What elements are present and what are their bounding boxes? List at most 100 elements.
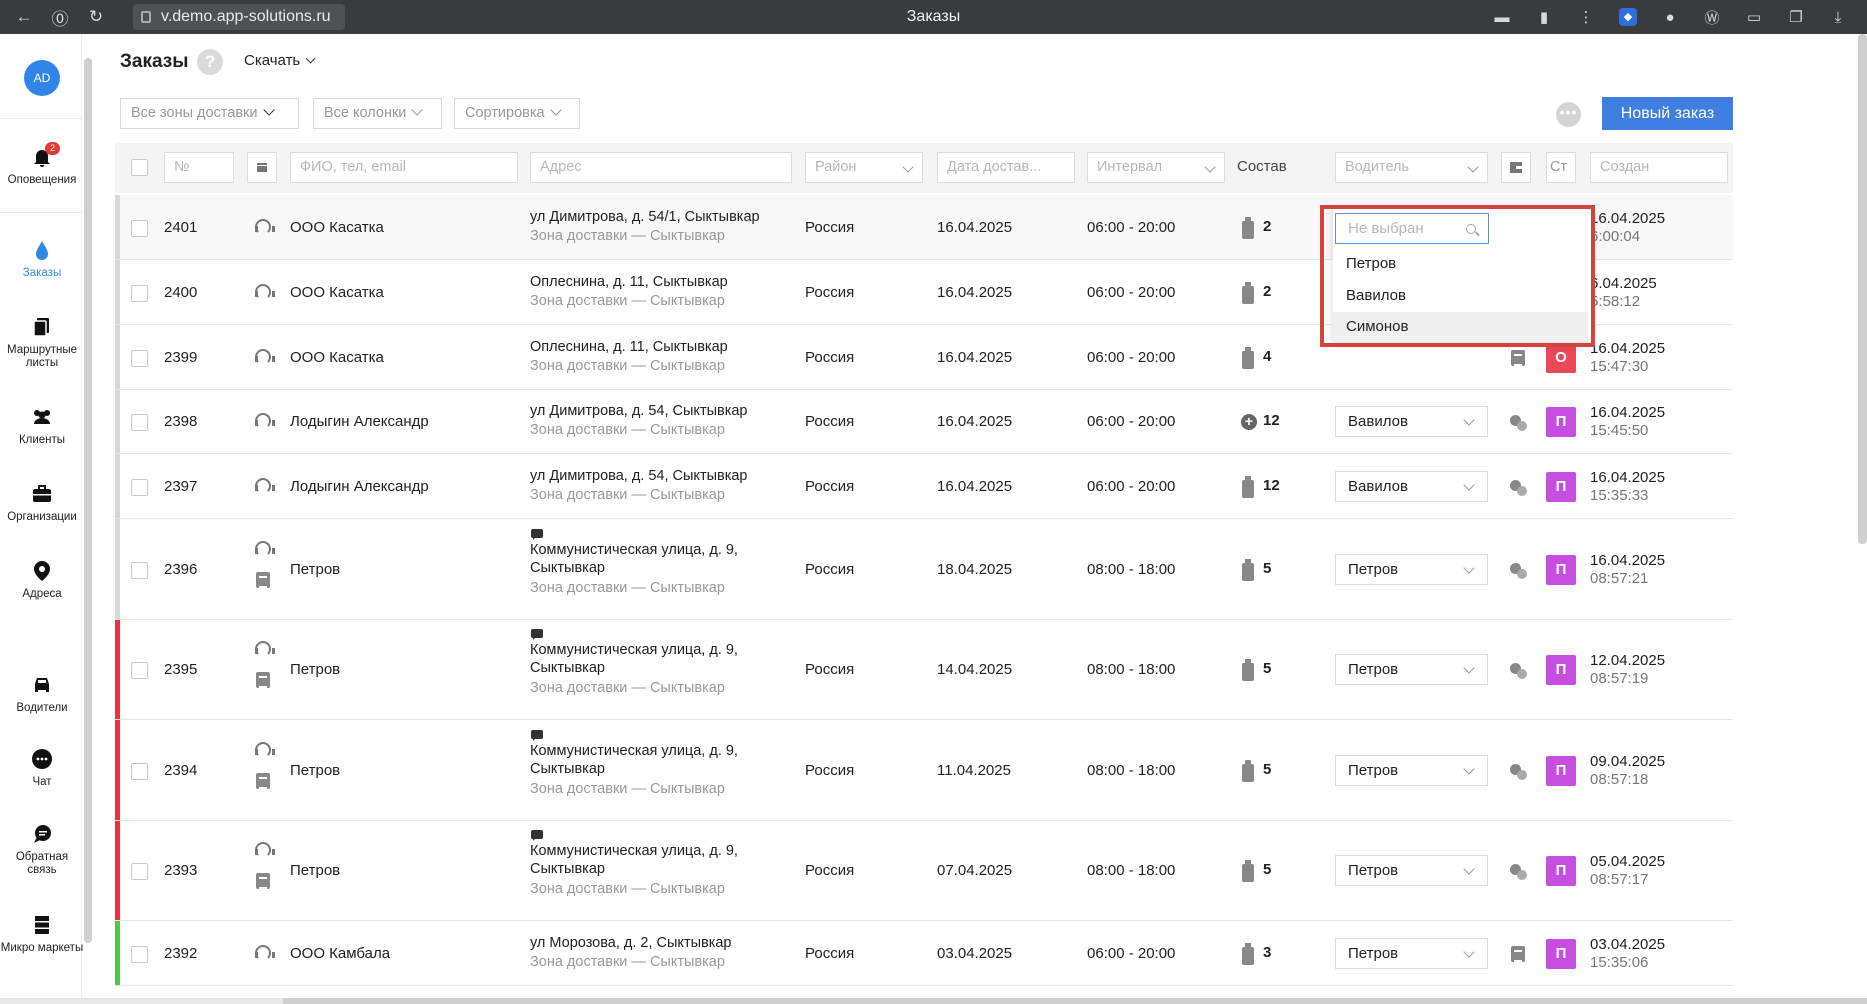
client-name[interactable]: Петров [290,762,340,779]
message-icon[interactable]: ▬ [1483,9,1521,26]
table-row[interactable]: 2396 Петров Коммунистическая улица, д. 9, С… [115,519,1733,620]
driver-select[interactable]: Вавилов [1335,406,1488,437]
interval-filter[interactable]: Интервал [1087,152,1225,183]
help-icon[interactable]: ? [197,49,223,75]
order-number[interactable]: 2396 [164,561,197,578]
reload-icon[interactable]: ↻ [78,7,114,27]
order-number[interactable]: 2393 [164,862,197,879]
order-number[interactable]: 2394 [164,762,197,779]
status-badge[interactable]: П [1546,655,1576,685]
sidebar-item-micro-markets[interactable]: Микро маркеты [0,914,84,955]
client-name[interactable]: Лодыгин Александр [290,478,429,495]
client-name[interactable]: Петров [290,862,340,879]
calendar-filter-button[interactable] [247,152,277,183]
coins-icon[interactable] [1510,763,1528,780]
tabs-icon[interactable]: ❐ [1777,8,1815,26]
scrollbar-thumb[interactable] [283,998,1867,1004]
row-checkbox[interactable] [131,284,148,302]
sidebar-item-orders[interactable]: Заказы [0,239,84,280]
coins-icon[interactable] [1510,864,1528,880]
order-number[interactable]: 2398 [164,413,197,430]
created-filter[interactable]: Создан [1590,152,1728,183]
status-filter[interactable]: Ст [1546,152,1576,183]
coins-icon[interactable] [1510,479,1528,496]
driver-filter[interactable]: Водитель [1335,152,1488,183]
columns-filter[interactable]: Все колонки [313,98,442,129]
row-checkbox[interactable] [131,662,148,679]
download-icon[interactable]: ⤓ [1819,9,1857,26]
sync-extension-icon[interactable]: ● [1651,9,1689,26]
client-name[interactable]: ООО Касатка [290,349,384,366]
date-filter[interactable]: Дата достав... [937,152,1075,183]
yandex-icon[interactable]: ⓪ [42,5,78,30]
sidebar-item-addresses[interactable]: Адреса [0,560,84,601]
table-row[interactable]: 2397 Лодыгин Александр ул Димитрова, д. 54… [115,454,1733,519]
status-badge[interactable]: П [1546,755,1576,786]
order-number[interactable]: 2395 [164,661,197,678]
table-row[interactable]: 2398 Лодыгин Александр ул Димитрова, д. 54… [115,390,1733,454]
status-badge[interactable]: П [1546,938,1576,969]
table-row[interactable]: 2392 ООО Камбала ул Морозова, д. 2, Сыктыв… [115,921,1733,986]
driver-select[interactable]: Петров [1335,754,1488,786]
client-name[interactable]: Петров [290,661,340,678]
driver-select[interactable]: Петров [1335,553,1488,585]
order-number[interactable]: 2392 [164,945,197,962]
order-number[interactable]: 2401 [164,219,197,236]
row-checkbox[interactable] [131,945,148,963]
sidebar-item-chat[interactable]: Чат [0,748,84,789]
table-row[interactable]: 2394 Петров Коммунистическая улица, д. 9, С… [115,720,1733,821]
row-checkbox[interactable] [131,863,148,880]
select-all-checkbox[interactable] [131,159,148,176]
sidebar-item-route-sheets[interactable]: Маршрутные листы [0,316,84,370]
client-name[interactable]: Лодыгин Александр [290,413,429,430]
w-extension-icon[interactable]: Ⓦ [1693,7,1731,28]
status-badge[interactable]: П [1546,471,1576,502]
client-search-input[interactable]: ФИО, тел, email [290,152,518,183]
driver-select[interactable]: Вавилов [1335,470,1488,502]
client-name[interactable]: ООО Камбала [290,945,390,962]
driver-select[interactable]: Петров [1335,855,1488,886]
sidebar-scrollbar[interactable] [84,58,92,943]
document-icon[interactable] [1511,349,1525,366]
address-bar[interactable]: v.demo.app-solutions.ru [133,4,345,30]
coins-icon[interactable] [1510,562,1528,579]
sidebar-item-drivers[interactable]: Водители [0,674,84,715]
bookmark-icon[interactable]: ▮ [1525,8,1563,26]
coins-icon[interactable] [1510,663,1528,679]
status-badge[interactable]: П [1546,856,1576,886]
row-checkbox[interactable] [131,478,148,496]
row-checkbox[interactable] [131,762,148,780]
sidebar-item-feedback[interactable]: Обратная связь [0,823,84,877]
menu-dots-icon[interactable]: ⋮ [1567,8,1605,26]
client-name[interactable]: Петров [290,561,340,578]
row-checkbox[interactable] [131,561,148,579]
new-order-button[interactable]: Новый заказ [1602,97,1733,130]
table-row[interactable]: 2393 Петров Коммунистическая улица, д. 9, С… [115,821,1733,921]
order-number[interactable]: 2397 [164,478,197,495]
driver-select[interactable]: Петров [1335,654,1488,685]
page-scrollbar[interactable] [1858,34,1867,544]
row-checkbox[interactable] [131,349,148,367]
horizontal-scrollbar[interactable] [0,998,1867,1004]
district-filter[interactable]: Район [805,152,923,183]
zones-filter[interactable]: Все зоны доставки [120,98,299,129]
more-options-icon[interactable]: ••• [1556,102,1581,127]
order-number[interactable]: 2400 [164,284,197,301]
download-menu[interactable]: Скачать [244,52,316,69]
client-name[interactable]: ООО Касатка [290,219,384,236]
sidebar-item-notifications[interactable]: 2 Оповещения [0,142,84,187]
back-icon[interactable]: ← [6,7,42,27]
order-number[interactable]: 2399 [164,349,197,366]
sort-filter[interactable]: Сортировка [454,98,580,129]
row-checkbox[interactable] [131,219,148,237]
shield-extension-icon[interactable]: ◆ [1619,8,1637,26]
coins-icon[interactable] [1510,415,1528,431]
sidebar-item-organizations[interactable]: Организации [0,483,84,524]
status-badge[interactable]: О [1546,342,1576,373]
table-row[interactable]: 2395 Петров Коммунистическая улица, д. 9, С… [115,620,1733,720]
address-search-input[interactable]: Адрес [530,152,792,183]
status-badge[interactable]: П [1546,554,1576,585]
number-filter[interactable]: № [164,152,234,183]
client-name[interactable]: ООО Касатка [290,284,384,301]
document-icon[interactable] [1511,945,1525,962]
